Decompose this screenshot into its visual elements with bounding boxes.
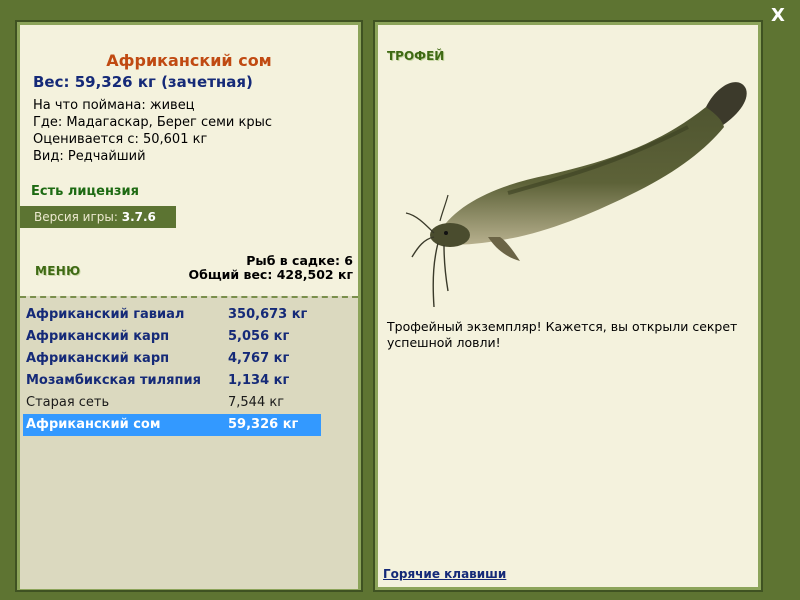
catch-weight: 1,134 кг [228, 373, 290, 388]
keepnet-stats: Рыб в садке: 6 Общий вес: 428,502 кг [189, 254, 354, 282]
catch-weight: 59,326 кг [228, 417, 299, 432]
menu-button[interactable]: МЕНЮ [35, 264, 80, 278]
version-bar: Версия игры: 3.7.6 [20, 206, 176, 228]
catch-row-selected[interactable]: Африканский сом 59,326 кг [23, 414, 321, 436]
fish-count: Рыб в садке: 6 [246, 253, 353, 268]
total-weight: Общий вес: 428,502 кг [188, 267, 354, 282]
catch-row[interactable]: Старая сеть 7,544 кг [23, 392, 321, 414]
catch-name: Африканский карп [26, 329, 170, 344]
close-button[interactable]: X [768, 6, 788, 26]
version-value: 3.7.6 [121, 210, 156, 224]
location-info: Где: Мадагаскар, Берег семи крыс [33, 115, 273, 130]
catch-name: Африканский гавиал [26, 307, 185, 322]
rarity-info: Вид: Редчайший [33, 149, 146, 164]
fish-weight: Вес: 59,326 кг (зачетная) [33, 73, 253, 91]
catch-name: Старая сеть [26, 395, 110, 410]
bait-info: На что поймана: живец [33, 98, 195, 113]
catch-name: Мозамбикская тиляпия [26, 373, 201, 388]
catch-list: Африканский гавиал 350,673 кг Африкански… [20, 296, 358, 589]
fish-details: На что поймана: живец Где: Мадагаскар, Б… [33, 97, 272, 165]
hotkeys-link[interactable]: Горячие клавиши [383, 567, 506, 581]
valuation-info: Оценивается с: 50,601 кг [33, 132, 208, 147]
catch-weight: 4,767 кг [228, 351, 290, 366]
catch-row[interactable]: Африканский карп 5,056 кг [23, 326, 321, 348]
license-status: Есть лицензия [31, 184, 139, 199]
fish-info-panel: Африканский сом Вес: 59,326 кг (зачетная… [15, 20, 363, 592]
catch-weight: 5,056 кг [228, 329, 290, 344]
catfish-image [405, 82, 747, 308]
catch-name: Африканский карп [26, 351, 170, 366]
catch-row[interactable]: Мозамбикская тиляпия 1,134 кг [23, 370, 321, 392]
catch-weight: 7,544 кг [228, 395, 285, 410]
trophy-panel: ТРОФЕЙ Трофейный экземпляр! Кажется, вы … [373, 20, 763, 592]
catch-row[interactable]: Африканский гавиал 350,673 кг [23, 304, 321, 326]
catch-name: Африканский сом [26, 417, 161, 432]
trophy-description: Трофейный экземпляр! Кажется, вы открыли… [387, 319, 738, 350]
version-label: Версия игры: [34, 210, 118, 224]
catch-weight: 350,673 кг [228, 307, 308, 322]
fish-name: Африканский сом [106, 51, 272, 70]
catch-row[interactable]: Африканский карп 4,767 кг [23, 348, 321, 370]
